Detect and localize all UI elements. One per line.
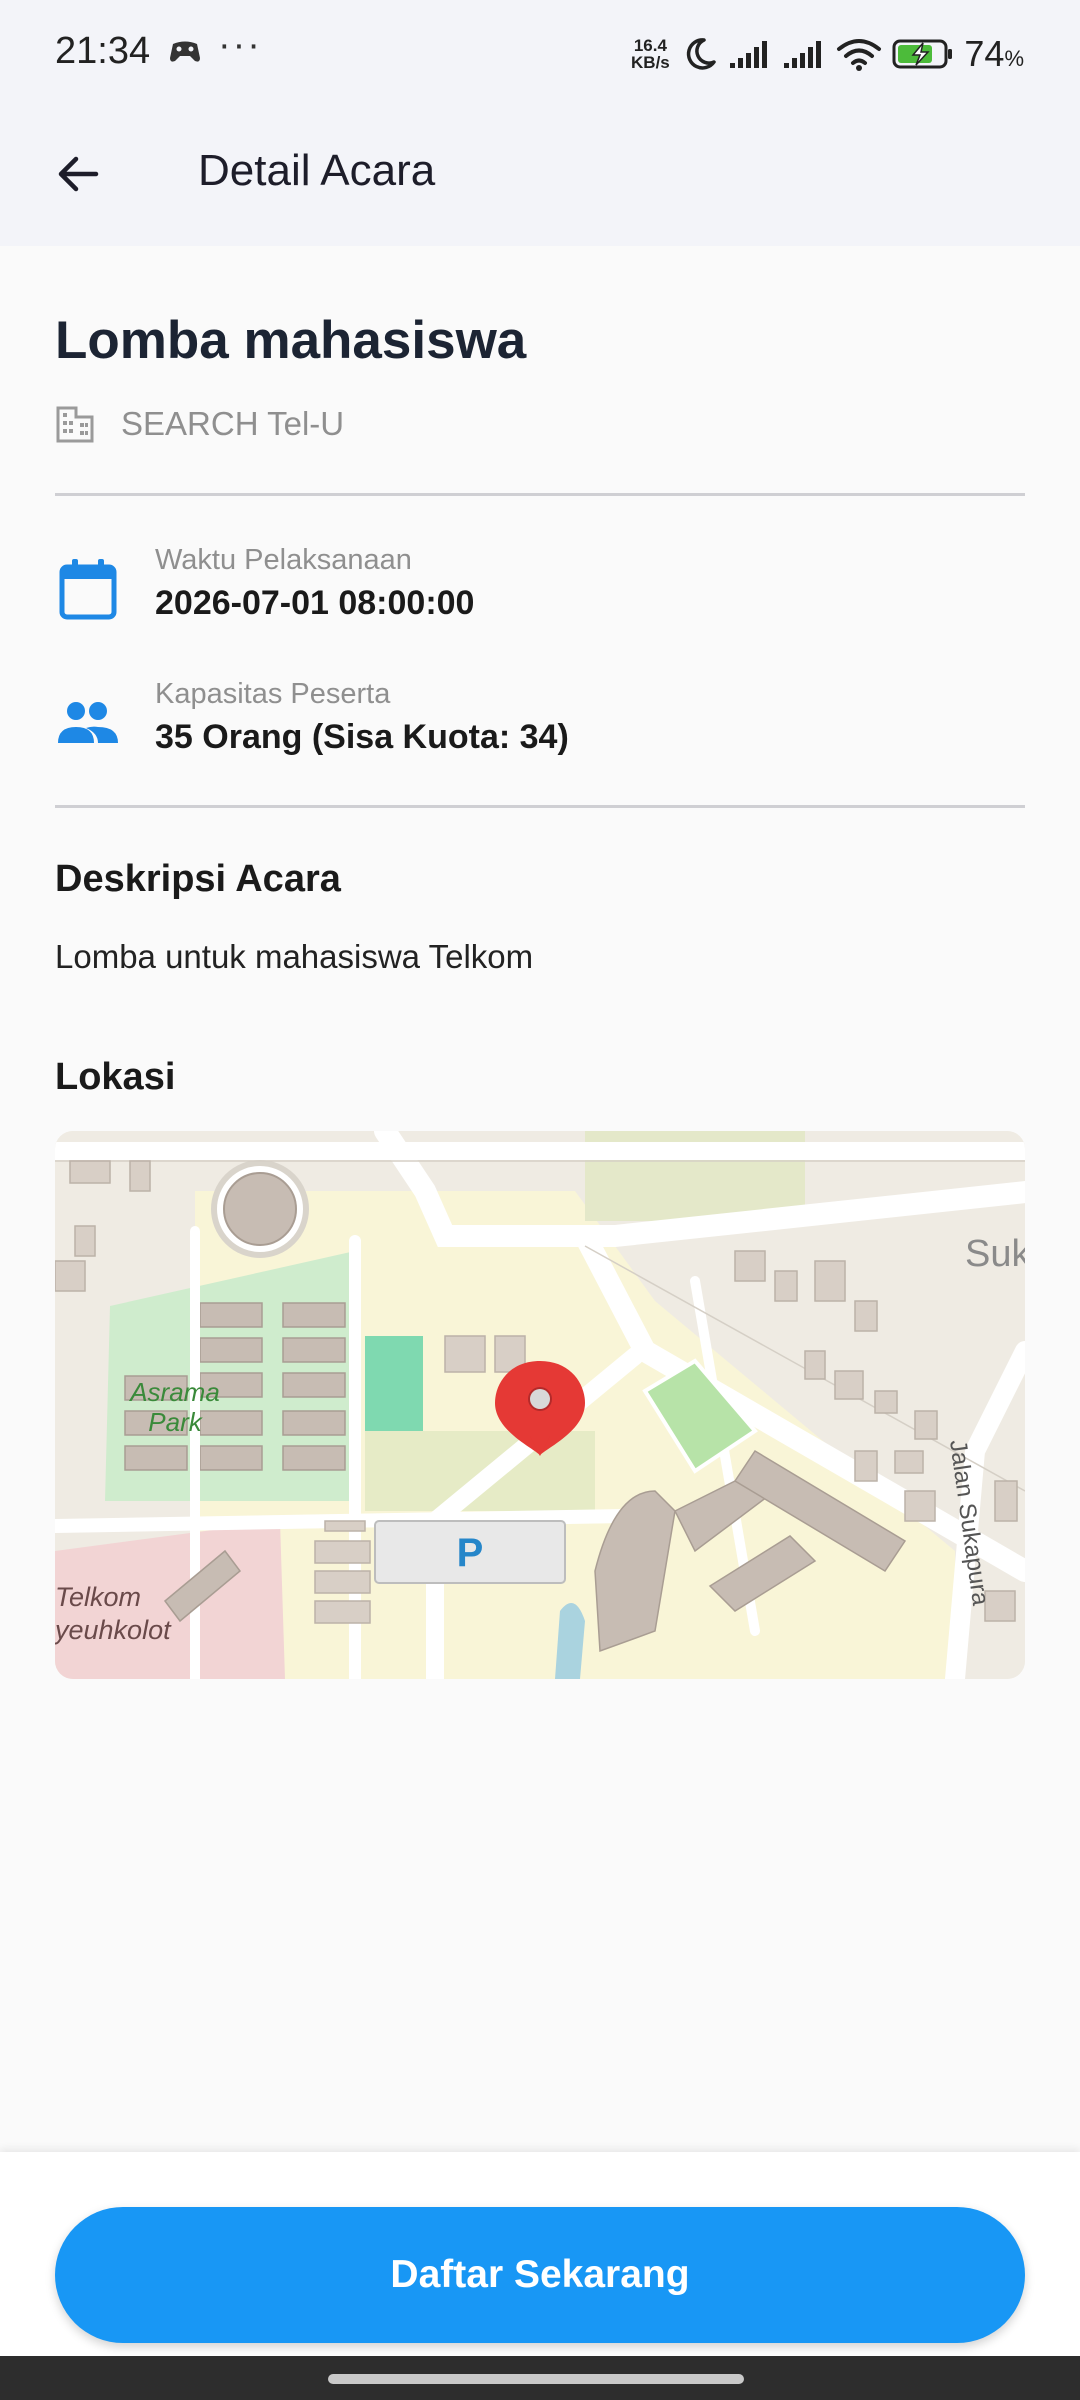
net-speed-value: 16.4 [633,36,667,55]
location-map[interactable]: P Asrama Park Suk Telkom yeuhkolot Jalan… [55,1131,1025,1679]
people-icon [55,690,121,756]
building-icon [56,406,94,443]
map-label-telkom: Telkom [55,1582,141,1612]
organizer-row: SEARCH Tel-U [55,404,344,444]
map-label-area: Suk [965,1233,1025,1275]
event-title: Lomba mahasiswa [55,311,527,370]
map-label-park: Park [148,1407,203,1437]
register-button[interactable]: Daftar Sekarang [55,2207,1025,2343]
info-value: 2026-07-01 08:00:00 [155,584,475,622]
bottom-action-panel: Daftar Sekarang [0,2152,1080,2356]
description-text: Lomba untuk mahasiswa Telkom [55,938,534,975]
map-label-asrama: Asrama [128,1377,220,1407]
app-bar: Detail Acara [0,106,1080,246]
signal-icon [730,41,768,68]
organizer-name: SEARCH Tel-U [121,405,345,442]
info-label: Waktu Pelaksanaan [155,544,412,576]
back-button[interactable] [40,136,116,212]
status-right-group: 16.4 KB/s 74% [628,30,1024,78]
description-heading: Deskripsi Acara [55,858,341,900]
system-nav-bar [0,2356,1080,2400]
battery-percent-value: 74 [964,33,1005,74]
info-label: Kapasitas Peserta [155,678,391,710]
info-value: 35 Orang (Sisa Kuota: 34) [155,718,569,756]
location-heading: Lokasi [55,1056,176,1098]
net-speed-unit: KB/s [631,53,670,72]
arrow-left-icon [58,156,99,192]
status-time: 21:34 [55,30,151,72]
map-label-yeuhkolot: yeuhkolot [55,1615,172,1645]
home-gesture-handle[interactable] [328,2374,744,2384]
page-title: Detail Acara [198,146,436,195]
battery-charging-icon [892,39,953,69]
status-more-dots: ··· [218,24,262,66]
wifi-icon [837,39,882,71]
divider [55,493,1025,496]
info-row-time: Waktu Pelaksanaan 2026-07-01 08:00:00 [55,544,1025,634]
signal-icon [784,41,822,68]
info-row-capacity: Kapasitas Peserta 35 Orang (Sisa Kuota: … [55,678,1025,768]
divider [55,805,1025,808]
moon-icon [687,38,717,70]
battery-percent: 74% [964,33,1024,75]
net-speed: 16.4 KB/s [628,37,672,71]
calendar-icon [55,556,121,622]
parking-label: P [457,1531,484,1575]
battery-percent-sign: % [1004,46,1024,71]
game-controller-icon [170,41,200,62]
status-bar: 21:34 ··· 16.4 KB/s 74% [0,0,1080,106]
